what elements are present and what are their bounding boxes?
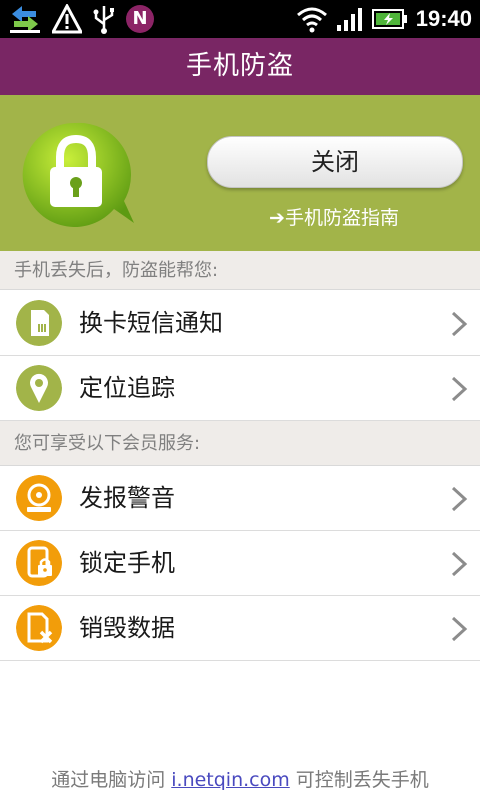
list-item-label: 定位追踪	[79, 374, 175, 402]
footer-prefix: 通过电脑访问	[51, 769, 172, 791]
section-header-help: 手机丢失后，防盗能帮您:	[0, 251, 480, 290]
list-item-label: 发报警音	[79, 484, 175, 512]
guide-link[interactable]: ➔手机防盗指南	[207, 203, 461, 230]
close-button[interactable]: 关闭	[207, 136, 463, 188]
wifi-icon	[296, 7, 327, 33]
list-item-label: 锁定手机	[79, 549, 175, 577]
status-bar: N 19:40	[0, 0, 480, 38]
phone-lock-icon	[16, 540, 62, 586]
chevron-right-icon	[451, 486, 468, 512]
clock: 19:40	[415, 6, 472, 31]
status-left: N	[8, 4, 154, 34]
chevron-right-icon	[451, 616, 468, 642]
chevron-right-icon	[451, 376, 468, 402]
status-right: 19:40	[296, 4, 472, 34]
alarm-bell-icon	[16, 475, 62, 521]
footer-note: 通过电脑访问 i.netqin.com 可控制丢失手机	[0, 765, 480, 792]
netqin-link[interactable]: i.netqin.com	[171, 769, 290, 791]
sim-card-icon	[16, 300, 62, 346]
sync-icon	[10, 6, 40, 33]
chevron-right-icon	[451, 551, 468, 577]
list-item-wipe-data[interactable]: 销毁数据	[0, 596, 480, 661]
usb-icon	[93, 6, 114, 34]
chevron-right-icon	[451, 311, 468, 337]
list-item-label: 销毁数据	[79, 614, 175, 642]
list-item-location[interactable]: 定位追踪	[0, 356, 480, 421]
lock-icon	[22, 122, 135, 227]
list-item-alarm[interactable]: 发报警音	[0, 466, 480, 531]
page-title: 手机防盗	[0, 38, 480, 95]
list-item-sim-notify[interactable]: 换卡短信通知	[0, 291, 480, 356]
netqin-icon: N	[126, 5, 154, 33]
lock-logo	[18, 117, 138, 237]
list-item-lock-phone[interactable]: 锁定手机	[0, 531, 480, 596]
list-item-label: 换卡短信通知	[79, 309, 223, 337]
signal-icon	[336, 8, 362, 31]
section-header-member: 您可享受以下会员服务:	[0, 421, 480, 466]
battery-icon	[371, 9, 407, 29]
warning-icon	[52, 4, 82, 34]
delete-data-icon	[16, 605, 62, 651]
footer-suffix: 可控制丢失手机	[289, 769, 429, 791]
location-pin-icon	[16, 365, 62, 411]
